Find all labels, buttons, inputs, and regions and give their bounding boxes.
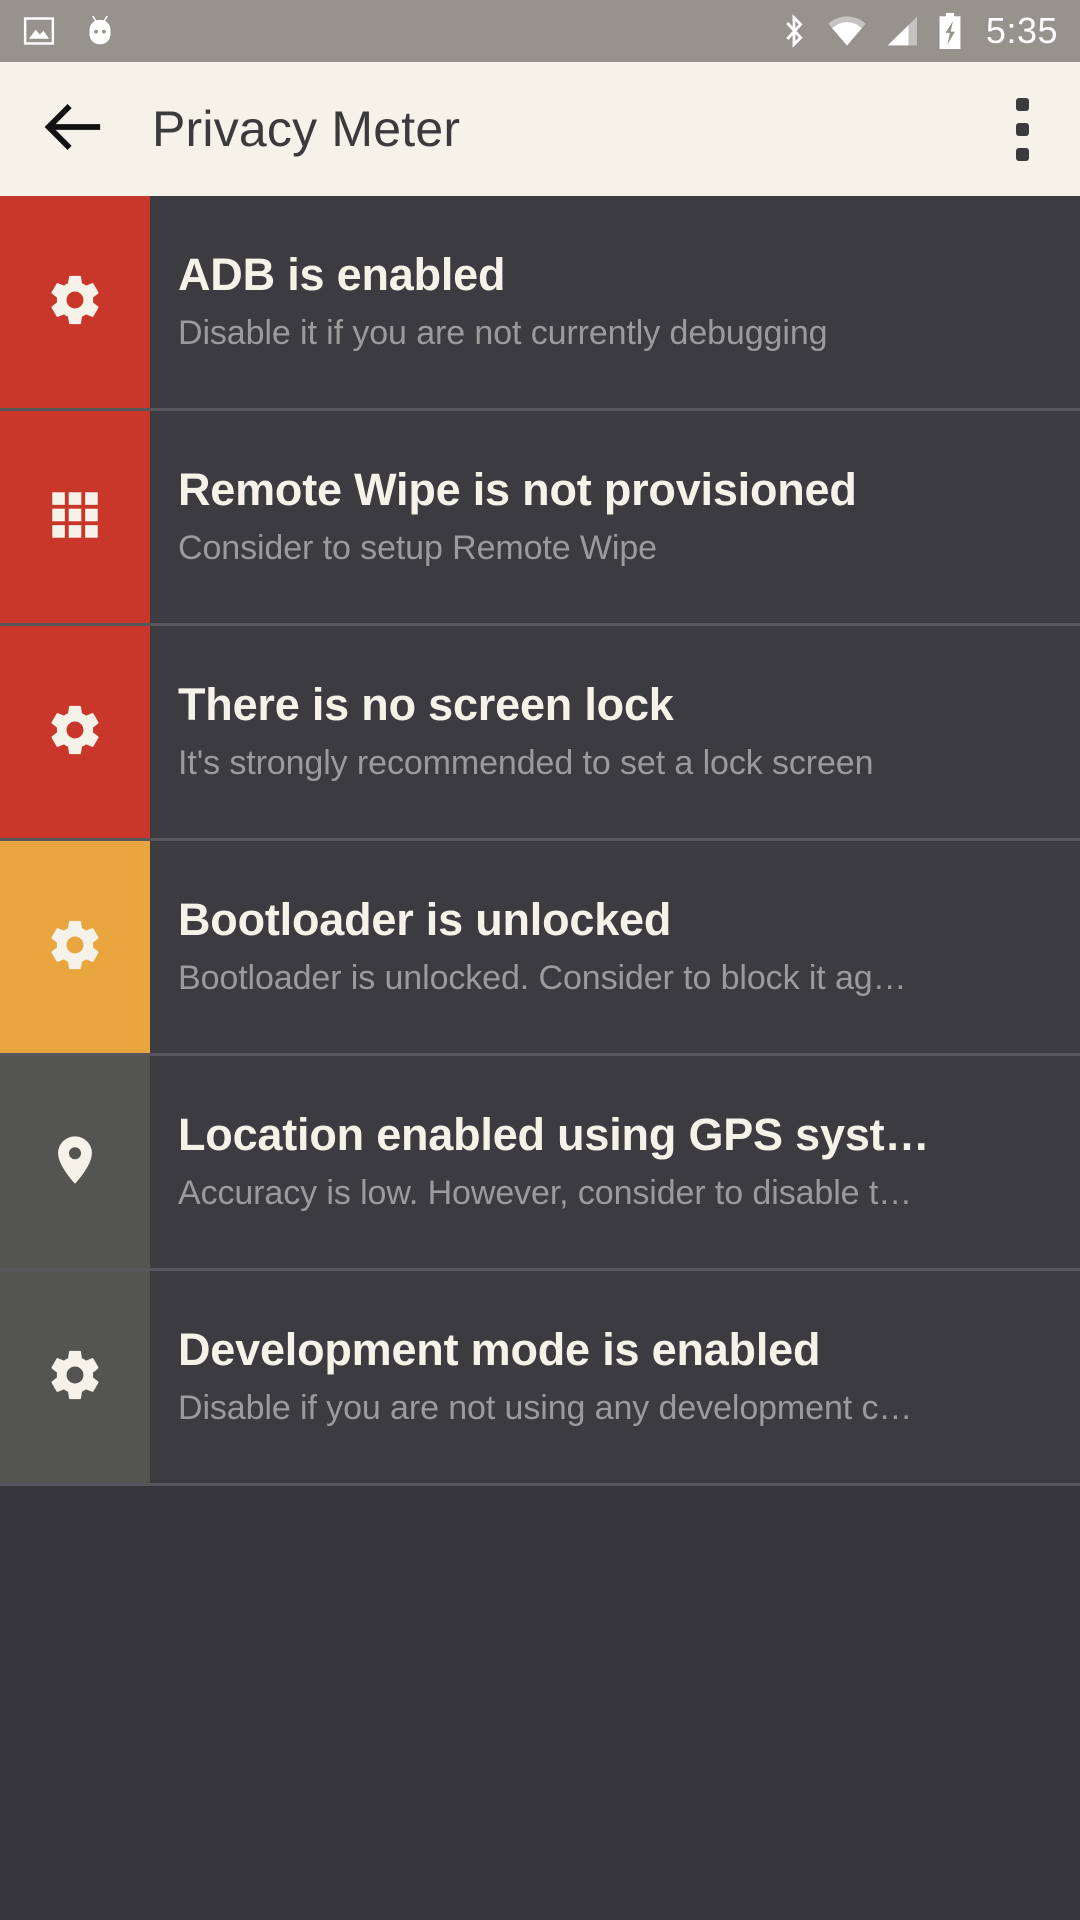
status-bar: 5:35 [0, 0, 1080, 62]
overflow-menu-icon-dot3 [1016, 148, 1029, 161]
severity-indicator [0, 841, 150, 1053]
gear-icon [46, 916, 104, 979]
gear-icon [46, 271, 104, 334]
back-arrow-icon [41, 94, 107, 165]
list-item-title: There is no screen lock [178, 681, 1040, 730]
privacy-issues-list: ADB is enabled Disable it if you are not… [0, 196, 1080, 1486]
list-item[interactable]: ADB is enabled Disable it if you are not… [0, 196, 1080, 411]
gear-icon [46, 1346, 104, 1409]
list-item-title: Remote Wipe is not provisioned [178, 466, 1040, 515]
wifi-icon [827, 14, 867, 48]
android-bugdroid-icon [82, 13, 118, 49]
severity-indicator [0, 196, 150, 408]
status-bar-left-icons [0, 13, 118, 49]
bluetooth-icon [778, 12, 810, 50]
image-icon [22, 14, 56, 48]
overflow-menu-icon-dot2 [1016, 123, 1029, 136]
list-item-title: Bootloader is unlocked [178, 896, 1040, 945]
severity-indicator [0, 1271, 150, 1483]
page-title: Privacy Meter [152, 100, 460, 158]
overflow-menu-button[interactable] [984, 81, 1060, 177]
app-toolbar: Privacy Meter [0, 62, 1080, 196]
status-bar-clock: 5:35 [986, 0, 1058, 62]
list-item[interactable]: Remote Wipe is not provisioned Consider … [0, 411, 1080, 626]
list-item[interactable]: There is no screen lock It's strongly re… [0, 626, 1080, 841]
back-button[interactable] [26, 81, 122, 177]
list-item-content: Bootloader is unlocked Bootloader is unl… [150, 841, 1080, 1053]
list-item[interactable]: Development mode is enabled Disable if y… [0, 1271, 1080, 1486]
list-item[interactable]: Location enabled using GPS syst… Accurac… [0, 1056, 1080, 1271]
location-pin-icon [46, 1131, 104, 1194]
grid-icon [46, 486, 104, 549]
list-item-content: There is no screen lock It's strongly re… [150, 626, 1080, 838]
list-item-content: Development mode is enabled Disable if y… [150, 1271, 1080, 1483]
list-item-content: Remote Wipe is not provisioned Consider … [150, 411, 1080, 623]
list-item-subtitle: Accuracy is low. However, consider to di… [178, 1174, 1040, 1213]
list-item-subtitle: It's strongly recommended to set a lock … [178, 744, 1040, 783]
list-item-title: Development mode is enabled [178, 1326, 1040, 1375]
cell-signal-icon [884, 14, 920, 48]
overflow-menu-icon [1016, 98, 1029, 111]
gear-icon [46, 701, 104, 764]
list-footer-space [0, 1486, 1080, 1618]
severity-indicator [0, 411, 150, 623]
list-item-title: ADB is enabled [178, 251, 1040, 300]
list-item-subtitle: Disable if you are not using any develop… [178, 1389, 1040, 1428]
list-item-content: ADB is enabled Disable it if you are not… [150, 196, 1080, 408]
list-item-subtitle: Disable it if you are not currently debu… [178, 314, 1040, 353]
severity-indicator [0, 1056, 150, 1268]
severity-indicator [0, 626, 150, 838]
list-item-title: Location enabled using GPS syst… [178, 1111, 1040, 1160]
list-item-content: Location enabled using GPS syst… Accurac… [150, 1056, 1080, 1268]
status-bar-right-icons: 5:35 [778, 0, 1058, 62]
list-item[interactable]: Bootloader is unlocked Bootloader is unl… [0, 841, 1080, 1056]
battery-charging-icon [937, 12, 963, 50]
list-item-subtitle: Bootloader is unlocked. Consider to bloc… [178, 959, 1040, 998]
list-item-subtitle: Consider to setup Remote Wipe [178, 529, 1040, 568]
